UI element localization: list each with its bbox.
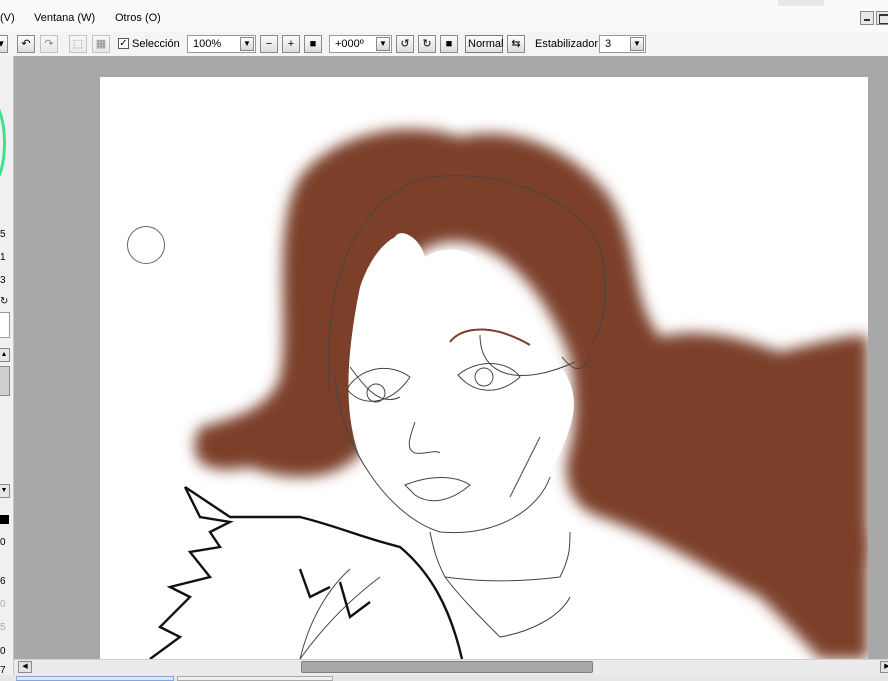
scroll-down-button[interactable]: ▼	[0, 484, 10, 498]
zoom-out-button[interactable]: −	[260, 35, 278, 53]
plus-icon: +	[287, 38, 295, 50]
titlebar-remnant	[778, 0, 824, 6]
swap-icon[interactable]: ↻	[0, 296, 8, 307]
rotate-right-button[interactable]: ↻	[418, 35, 436, 53]
chevron-down-icon: ▾	[0, 38, 4, 50]
brush-param-value: 1	[0, 252, 6, 263]
restore-button[interactable]	[876, 11, 888, 25]
stabilizer-label: Estabilizador	[535, 38, 598, 50]
collar-lineart	[149, 486, 464, 659]
brush-param-value: 5	[0, 622, 6, 633]
left-tool-panel: 5 1 3 ↻ ▲ ▼ 0 6 0 5 0 7	[0, 56, 14, 681]
redo-button[interactable]: ↷	[40, 35, 58, 53]
horizontal-scroll-thumb[interactable]	[301, 661, 593, 673]
undo-icon: ↶	[21, 38, 31, 50]
square-icon: ■	[309, 38, 317, 50]
brush-param-value: 0	[0, 646, 6, 657]
redo-icon: ↷	[44, 38, 54, 50]
brush-cursor-circle	[127, 226, 165, 264]
rotate-right-icon: ↻	[422, 38, 432, 50]
rotation-select[interactable]: +000º ▼	[329, 35, 392, 53]
panel-dropdown-button[interactable]: ▾	[0, 35, 8, 53]
minimize-icon	[864, 19, 870, 21]
chevron-up-icon: ▲	[0, 351, 8, 358]
document-tab-active[interactable]	[16, 676, 174, 681]
brush-param-value: 3	[0, 275, 6, 286]
flip-horizontal-icon: ⇆	[511, 38, 521, 50]
color-wheel[interactable]	[0, 98, 6, 188]
artwork	[149, 129, 868, 659]
scroll-right-button[interactable]: ▶	[880, 661, 888, 673]
menu-otros[interactable]: Otros (O)	[115, 12, 161, 24]
chevron-down-icon: ▼	[376, 37, 390, 51]
document-tab[interactable]	[177, 676, 333, 681]
restore-icon	[879, 14, 888, 24]
square-icon: ■	[445, 38, 453, 50]
chevron-down-icon: ▼	[240, 37, 254, 51]
horizontal-scrollbar[interactable]: ◀ ▶	[14, 659, 888, 675]
flip-horizontal-button[interactable]: ⇆	[507, 35, 525, 53]
rotate-left-icon: ↺	[400, 38, 410, 50]
deselect-button[interactable]: ⬚	[69, 35, 87, 53]
chevron-down-icon: ▼	[0, 487, 8, 494]
stabilizer-select[interactable]: 3 ▼	[599, 35, 646, 53]
scroll-left-button[interactable]: ◀	[18, 661, 32, 673]
deselect-icon: ⬚	[72, 38, 84, 50]
stabilizer-value: 3	[605, 38, 612, 50]
chevron-down-icon: ▼	[630, 37, 644, 51]
brush-param-value: 0	[0, 599, 6, 610]
undo-button[interactable]: ↶	[17, 35, 35, 53]
seleccion-checkbox[interactable]: ✓	[118, 38, 129, 49]
brush-color-swatch[interactable]	[0, 515, 9, 524]
menu-view-fragment[interactable]: (V)	[0, 12, 15, 24]
rotate-left-button[interactable]: ↺	[396, 35, 414, 53]
zoom-reset-button[interactable]: ■	[304, 35, 322, 53]
minus-icon: −	[265, 38, 273, 50]
canvas-viewport[interactable]	[14, 56, 888, 659]
rotation-reset-button[interactable]: ■	[440, 35, 458, 53]
scroll-up-button[interactable]: ▲	[0, 348, 10, 362]
brush-param-value: 6	[0, 576, 6, 587]
chevron-right-icon: ▶	[884, 663, 888, 670]
brush-param-value: 0	[0, 537, 6, 548]
zoom-value: 100%	[193, 38, 222, 50]
zoom-in-button[interactable]: +	[282, 35, 300, 53]
zoom-select[interactable]: 100% ▼	[187, 35, 256, 53]
minimize-button[interactable]	[860, 11, 874, 25]
brush-size-value: 5	[0, 229, 6, 240]
toolbar: ▾ ↶ ↷ ⬚ ▦ ✓ Selección 100% ▼ − + ■ +000º…	[0, 32, 888, 57]
menu-ventana[interactable]: Ventana (W)	[34, 12, 95, 24]
color-swatch-box[interactable]	[0, 312, 10, 338]
invert-selection-icon: ▦	[95, 38, 107, 50]
bottom-tab-strip	[0, 675, 888, 681]
seleccion-label: Selección	[132, 38, 180, 50]
chevron-left-icon: ◀	[22, 663, 28, 670]
drawing-canvas[interactable]	[100, 77, 868, 659]
blend-mode-button[interactable]: Normal	[465, 35, 503, 53]
checkmark-icon: ✓	[119, 38, 128, 49]
scrollbar-thumb[interactable]	[0, 366, 10, 396]
rotation-value: +000º	[335, 38, 364, 50]
blend-mode-value: Normal	[468, 38, 504, 50]
menu-bar: (V) Ventana (W) Otros (O)	[0, 0, 888, 32]
invert-selection-button[interactable]: ▦	[92, 35, 110, 53]
